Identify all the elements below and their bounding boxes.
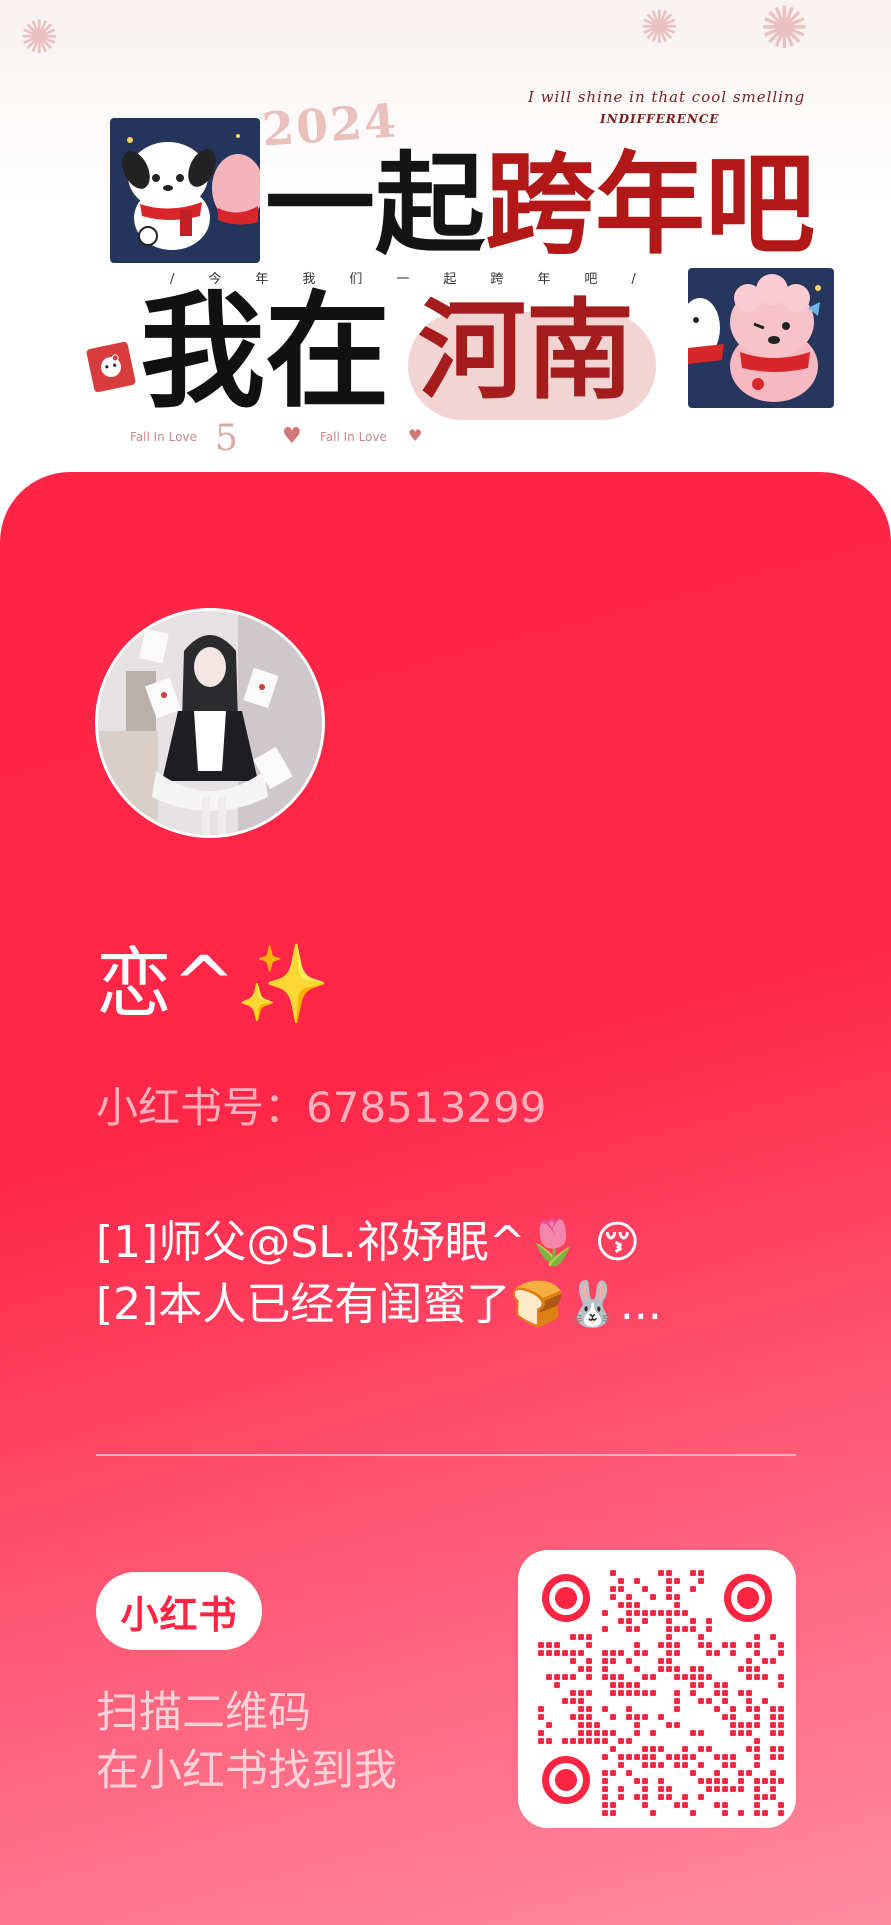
- firework-decoration: ✺: [640, 0, 679, 54]
- banner-footer-number: 5: [215, 418, 238, 459]
- account-id-value: 678513299: [306, 1083, 547, 1132]
- scan-instructions: 扫描二维码 在小红书找到我: [96, 1684, 397, 1800]
- banner-headline-location-red: 河南: [418, 289, 635, 414]
- avatar[interactable]: [95, 608, 325, 838]
- account-id[interactable]: 小红书号：678513299: [96, 1074, 547, 1135]
- banner-headline-black: 一起: [265, 141, 485, 269]
- firework-decoration: ✺: [20, 10, 59, 64]
- scan-instruction-line: 在小红书找到我: [96, 1746, 397, 1796]
- profile-card: 恋^✨ 小红书号：678513299 [1]师父@SL.祁妤眠^🌷 😚 [2]本…: [0, 472, 891, 1925]
- hello-kitty-card-icon: [85, 341, 137, 393]
- qr-code-icon: [538, 1570, 784, 1816]
- banner-footer-text: Fall In Love: [130, 430, 197, 444]
- qr-code[interactable]: [518, 1550, 796, 1828]
- profile-nickname: 恋^✨: [96, 939, 331, 1028]
- bio-line: [1]师父@SL.祁妤眠^🌷 😚: [96, 1217, 641, 1268]
- heart-icon: ♥: [408, 426, 423, 445]
- profile-share-page: ✺ ✺ ✺ 2024 I will shine in that cool sme…: [0, 0, 891, 1925]
- sheep-sticker-icon: [688, 268, 834, 408]
- account-id-label: 小红书号：: [96, 1083, 307, 1132]
- dog-sticker-icon: [110, 118, 260, 263]
- banner-headline-location: 我在: [140, 280, 390, 425]
- banner-tagline-sub: INDIFFERENCE: [600, 112, 720, 126]
- scan-instruction-line: 扫描二维码: [96, 1688, 311, 1738]
- firework-decoration: ✺: [760, 0, 809, 62]
- profile-bio: [1]师父@SL.祁妤眠^🌷 😚 [2]本人已经有闺蜜了🍞🐰...: [96, 1212, 662, 1336]
- banner-footer-text: Fall In Love: [320, 430, 387, 444]
- brand-logo-text: 小红书: [120, 1592, 238, 1637]
- banner-headline: 一起跨年吧: [265, 150, 815, 260]
- banner-headline-red: 跨年吧: [485, 141, 815, 269]
- profile-banner[interactable]: ✺ ✺ ✺ 2024 I will shine in that cool sme…: [0, 0, 891, 520]
- heart-icon: ♥: [282, 424, 302, 449]
- divider: [96, 1454, 796, 1456]
- banner-tagline: I will shine in that cool smelling: [528, 88, 806, 106]
- bio-line: [2]本人已经有闺蜜了🍞🐰...: [96, 1279, 662, 1330]
- brand-logo: 小红书: [96, 1572, 262, 1650]
